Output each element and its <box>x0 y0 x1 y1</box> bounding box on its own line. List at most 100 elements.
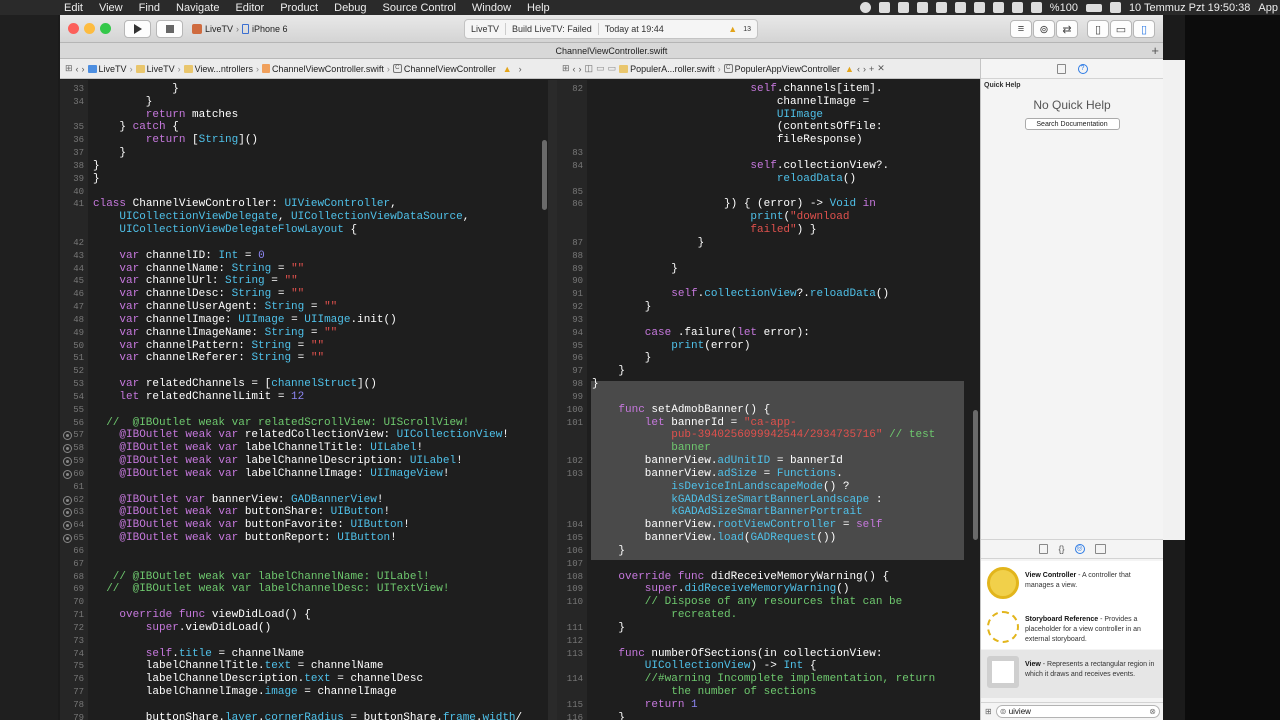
code-line[interactable]: labelChannelDescription.text = channelDe… <box>93 673 423 685</box>
status-icon-3[interactable] <box>916 2 928 13</box>
chevron-left-icon[interactable]: ‹ <box>857 64 860 74</box>
right-code[interactable]: self.channels[item]. channelImage = UIIm… <box>592 80 972 720</box>
code-line[interactable]: var channelUrl: String = "" <box>93 275 297 287</box>
add-editor-icon[interactable]: + <box>869 64 874 74</box>
code-line[interactable]: var relatedChannels = [channelStruct]() <box>93 378 377 390</box>
code-line[interactable]: case .failure(let error): <box>592 327 810 339</box>
code-line[interactable]: reloadData() <box>592 173 856 185</box>
code-line[interactable]: override func didReceiveMemoryWarning() … <box>592 571 889 583</box>
code-line[interactable]: } <box>93 96 153 108</box>
zoom-button[interactable] <box>100 23 111 34</box>
outlet-connection-icon[interactable] <box>63 444 72 454</box>
code-line[interactable]: var channelImage: UIImage = UIImage.init… <box>93 314 396 326</box>
code-line[interactable]: UICollectionViewDelegateFlowLayout { <box>93 224 357 236</box>
menu-navigate[interactable]: Navigate <box>168 2 227 14</box>
code-line[interactable]: @IBOutlet weak var buttonReport: UIButto… <box>93 532 396 544</box>
crumb-file[interactable]: ChannelViewController.swift <box>261 64 384 74</box>
code-line[interactable]: recreated. <box>592 609 737 621</box>
code-line[interactable]: } <box>592 237 705 249</box>
outlet-connection-icon[interactable] <box>63 508 72 518</box>
forward-icon[interactable]: › <box>82 64 85 74</box>
code-line[interactable]: channelImage = <box>592 96 869 108</box>
search-documentation-button[interactable]: Search Documentation <box>1024 118 1120 130</box>
code-line[interactable]: var channelID: Int = 0 <box>93 250 264 262</box>
code-line[interactable]: banner <box>592 442 711 454</box>
crumb-group[interactable]: LiveTV <box>135 64 175 74</box>
status-icon-4[interactable] <box>935 2 947 13</box>
code-line[interactable]: func setAdmobBanner() { <box>592 404 770 416</box>
code-line[interactable]: pub-3940256099942544/2934735716" // test <box>592 429 935 441</box>
back-icon[interactable]: ‹ <box>76 64 79 74</box>
chevron-right-icon[interactable]: › <box>863 64 866 74</box>
code-line[interactable]: } <box>592 545 625 557</box>
editor-divider[interactable] <box>548 80 557 720</box>
code-line[interactable]: buttonShare.layer.cornerRadius = buttonS… <box>93 712 522 720</box>
code-snippet-icon[interactable]: {} <box>1058 544 1064 554</box>
volume-icon[interactable] <box>992 2 1004 13</box>
code-line[interactable]: @IBOutlet weak var buttonFavorite: UIBut… <box>93 519 409 531</box>
code-line[interactable]: }) { (error) -> Void in <box>592 198 876 210</box>
code-line[interactable]: } <box>93 173 100 185</box>
app-menu-extra[interactable]: App <box>1258 2 1278 14</box>
code-line[interactable]: super.didReceiveMemoryWarning() <box>592 583 850 595</box>
code-line[interactable]: bannerView.adUnitID = bannerId <box>592 455 843 467</box>
minimize-button[interactable] <box>84 23 95 34</box>
code-line[interactable]: the number of sections <box>592 686 816 698</box>
code-line[interactable]: } <box>592 301 652 313</box>
code-line[interactable]: self.title = channelName <box>93 648 304 660</box>
code-line[interactable]: // @IBOutlet weak var relatedScrollView:… <box>93 417 469 429</box>
status-icon-5[interactable] <box>954 2 966 13</box>
code-line[interactable]: override func viewDidLoad() { <box>93 609 310 621</box>
library-filter-input[interactable]: ⊚ uiview ⊗ <box>995 705 1160 718</box>
warning-icon[interactable]: ▲ <box>728 24 737 34</box>
right-code-editor[interactable]: 82 83 84 85 86 87 88 89 90 91 92 93 94 95 96 97 98 99 100 1… <box>557 80 980 720</box>
code-line[interactable]: } <box>93 83 179 95</box>
clear-filter-icon[interactable]: ⊗ <box>1149 706 1156 718</box>
left-code-editor[interactable]: 33 34 35 36 37 38 39 40 41 42 43 44 45 46 47 48 49 50 51 52… <box>60 80 548 720</box>
menu-source-control[interactable]: Source Control <box>375 2 464 14</box>
code-line[interactable]: @IBOutlet weak var labelChannelDescripti… <box>93 455 462 467</box>
code-line[interactable]: UICollectionViewDelegate, UICollectionVi… <box>93 211 469 223</box>
right-scrollbar[interactable] <box>973 410 978 540</box>
code-line[interactable]: return [String]() <box>93 134 258 146</box>
menu-product[interactable]: Product <box>272 2 326 14</box>
code-line[interactable]: self.collectionView?.reloadData() <box>592 288 889 300</box>
quick-help-icon[interactable]: ? <box>1077 63 1088 74</box>
menu-edit[interactable]: Edit <box>56 2 91 14</box>
code-line[interactable]: var channelPattern: String = "" <box>93 340 324 352</box>
crumb-project[interactable]: LiveTV <box>87 64 127 74</box>
code-line[interactable]: labelChannelImage.image = channelImage <box>93 686 397 698</box>
library-item-view[interactable]: View - Represents a rectangular region i… <box>981 650 1163 698</box>
code-line[interactable]: @IBOutlet weak var relatedCollectionView… <box>93 429 509 441</box>
code-line[interactable]: var channelImageName: String = "" <box>93 327 337 339</box>
menu-view[interactable]: View <box>91 2 131 14</box>
code-line[interactable]: var channelUserAgent: String = "" <box>93 301 337 313</box>
code-line[interactable]: } <box>592 352 652 364</box>
library-item-view-controller[interactable]: View Controller - A controller that mana… <box>981 561 1163 605</box>
wifi-icon[interactable] <box>973 2 985 13</box>
outlet-connection-icon[interactable] <box>63 431 72 441</box>
code-line[interactable]: bannerView.load(GADRequest()) <box>592 532 836 544</box>
file-template-icon[interactable] <box>1039 544 1049 554</box>
bluetooth-icon[interactable] <box>1030 2 1042 13</box>
code-line[interactable]: print("download <box>592 211 849 223</box>
code-line[interactable]: (contentsOfFile: <box>592 121 883 133</box>
code-line[interactable]: var channelReferer: String = "" <box>93 352 324 364</box>
outlet-connection-icon[interactable] <box>63 521 72 531</box>
menu-find[interactable]: Find <box>131 2 168 14</box>
add-tab-icon[interactable]: + <box>1151 43 1159 58</box>
flag-icon[interactable] <box>1109 2 1121 13</box>
version-editor-button[interactable]: ⇄ <box>1056 20 1078 38</box>
code-line[interactable]: @IBOutlet weak var buttonShare: UIButton… <box>93 506 390 518</box>
code-line[interactable]: labelChannelTitle.text = channelName <box>93 660 384 672</box>
warning-icon[interactable]: ▲ <box>503 64 512 74</box>
stop-button[interactable] <box>156 20 183 38</box>
code-line[interactable]: } catch { <box>93 121 178 133</box>
left-scrollbar[interactable] <box>542 140 547 210</box>
code-line[interactable]: } <box>592 712 625 720</box>
close-button[interactable] <box>68 23 79 34</box>
status-icon-1[interactable] <box>878 2 890 13</box>
tab-title[interactable]: ChannelViewController.swift <box>556 46 668 56</box>
code-line[interactable]: // @IBOutlet weak var labelChannelDesc: … <box>93 583 449 595</box>
code-line[interactable]: @IBOutlet var bannerView: GADBannerView! <box>93 494 383 506</box>
